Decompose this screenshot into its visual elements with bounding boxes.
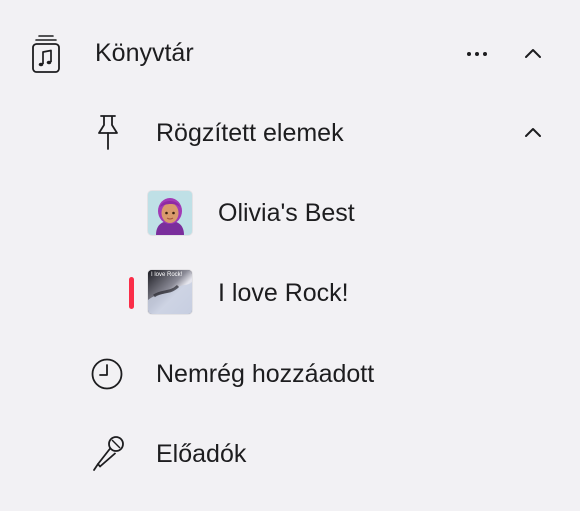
artists-label: Előadók — [156, 440, 247, 468]
sidebar-item-artists[interactable]: Előadók — [0, 423, 580, 483]
pinned-item-label: I love Rock! — [218, 279, 349, 307]
pinned-item-label: Olivia's Best — [218, 199, 355, 227]
ellipsis-icon[interactable] — [466, 44, 488, 69]
library-label: Könyvtár — [95, 39, 194, 67]
sidebar-item-pinned[interactable]: Rögzített elemek — [0, 103, 580, 163]
rock-playlist-artwork: I love Rock! — [148, 270, 192, 314]
library-chevron-up-icon[interactable] — [522, 44, 544, 69]
pin-icon — [94, 113, 122, 158]
artwork-title: I love Rock! — [151, 272, 183, 278]
pinned-item-olivias-best[interactable]: Olivia's Best — [0, 183, 580, 243]
pinned-chevron-up-icon[interactable] — [522, 123, 544, 148]
pinned-item-i-love-rock[interactable]: I love Rock! I love Rock! — [0, 263, 580, 323]
recently-added-label: Nemrég hozzáadott — [156, 360, 375, 388]
music-library-icon — [30, 34, 62, 79]
pinned-label: Rögzített elemek — [156, 119, 344, 147]
now-playing-indicator — [129, 277, 134, 309]
sidebar-item-recently-added[interactable]: Nemrég hozzáadott — [0, 343, 580, 403]
clock-icon — [90, 357, 124, 396]
microphone-icon — [90, 434, 126, 477]
sidebar-item-library[interactable]: Könyvtár — [0, 24, 580, 84]
memoji-artwork — [148, 191, 192, 235]
